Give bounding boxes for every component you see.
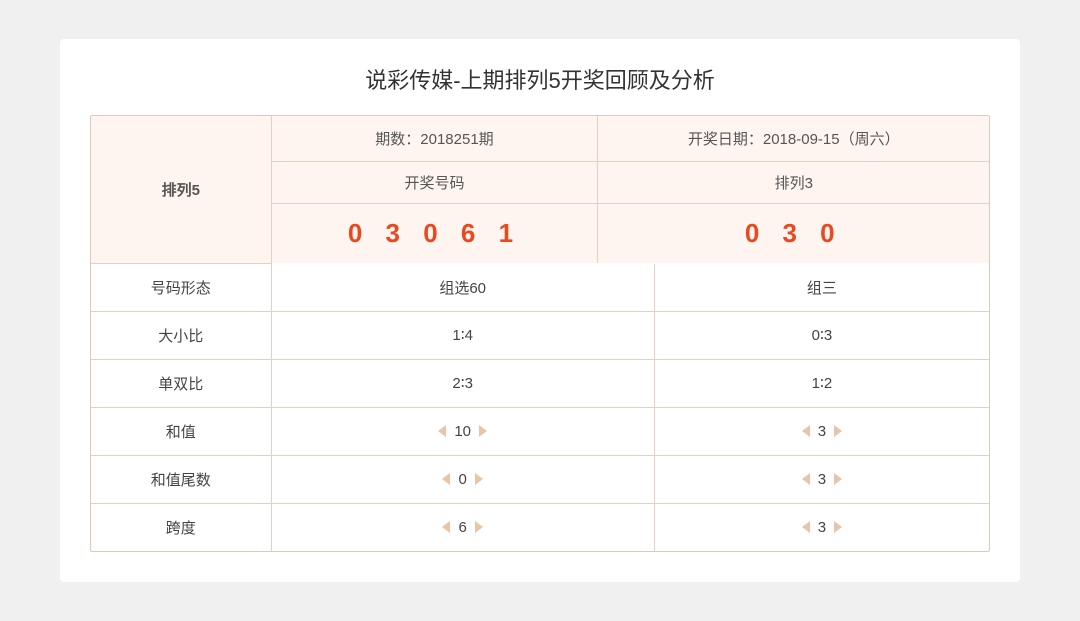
triangle-left-icon <box>802 473 810 485</box>
triangle-left-icon <box>802 521 810 533</box>
pl5-value: 组选60 <box>271 264 654 312</box>
triangle-left-icon <box>438 425 446 437</box>
triangle-right-icon <box>834 473 842 485</box>
row-label: 跨度 <box>91 503 271 551</box>
triangle-right-icon <box>475 473 483 485</box>
data-table: 号码形态组选60组三大小比1∶40∶3单双比2∶31∶2和值103和值尾数03跨… <box>91 264 989 551</box>
pl5-value: 6 <box>271 503 654 551</box>
pl3-value: 组三 <box>654 264 989 312</box>
triangle-right-icon <box>834 521 842 533</box>
pl5-value: 1∶4 <box>271 311 654 359</box>
row-label: 大小比 <box>91 311 271 359</box>
pl5-code-header: 开奖号码 <box>271 162 598 204</box>
pl5-numbers: 0 3 0 6 1 <box>348 218 521 248</box>
date-cell: 开奖日期：2018-09-15（周六） <box>598 116 989 162</box>
triangle-right-icon <box>479 425 487 437</box>
triangle-left-icon <box>442 521 450 533</box>
period-cell: 期数：2018251期 <box>271 116 598 162</box>
table-row: 单双比2∶31∶2 <box>91 359 989 407</box>
triangle-right-icon <box>475 521 483 533</box>
pl3-value: 3 <box>654 407 989 455</box>
pl3-value: 3 <box>654 455 989 503</box>
row-label: 单双比 <box>91 359 271 407</box>
pl3-numbers-cell: 0 3 0 <box>598 204 989 264</box>
pl3-value: 1∶2 <box>654 359 989 407</box>
triangle-left-icon <box>802 425 810 437</box>
table-wrap: 排列5 期数：2018251期 开奖日期：2018-09-15（周六） 开奖号码… <box>90 115 990 552</box>
period-row: 排列5 期数：2018251期 开奖日期：2018-09-15（周六） <box>91 116 989 162</box>
main-table: 排列5 期数：2018251期 开奖日期：2018-09-15（周六） 开奖号码… <box>91 116 989 264</box>
left-title-cell: 排列5 <box>91 116 271 263</box>
triangle-left-icon <box>442 473 450 485</box>
table-row: 和值尾数03 <box>91 455 989 503</box>
row-label: 和值尾数 <box>91 455 271 503</box>
pl5-numbers-cell: 0 3 0 6 1 <box>271 204 598 264</box>
row-label: 号码形态 <box>91 264 271 312</box>
main-title: 说彩传媒-上期排列5开奖回顾及分析 <box>90 63 990 95</box>
pl5-value: 0 <box>271 455 654 503</box>
pl5-value: 2∶3 <box>271 359 654 407</box>
row-label: 和值 <box>91 407 271 455</box>
card: 说彩传媒-上期排列5开奖回顾及分析 排列5 期数：2018251期 开奖日期：2… <box>60 39 1020 582</box>
table-row: 跨度63 <box>91 503 989 551</box>
pl5-value: 10 <box>271 407 654 455</box>
pl3-value: 0∶3 <box>654 311 989 359</box>
triangle-right-icon <box>834 425 842 437</box>
pl3-numbers: 0 3 0 <box>745 218 843 248</box>
table-row: 号码形态组选60组三 <box>91 264 989 312</box>
table-row: 大小比1∶40∶3 <box>91 311 989 359</box>
table-row: 和值103 <box>91 407 989 455</box>
pl3-code-header: 排列3 <box>598 162 989 204</box>
pl3-value: 3 <box>654 503 989 551</box>
